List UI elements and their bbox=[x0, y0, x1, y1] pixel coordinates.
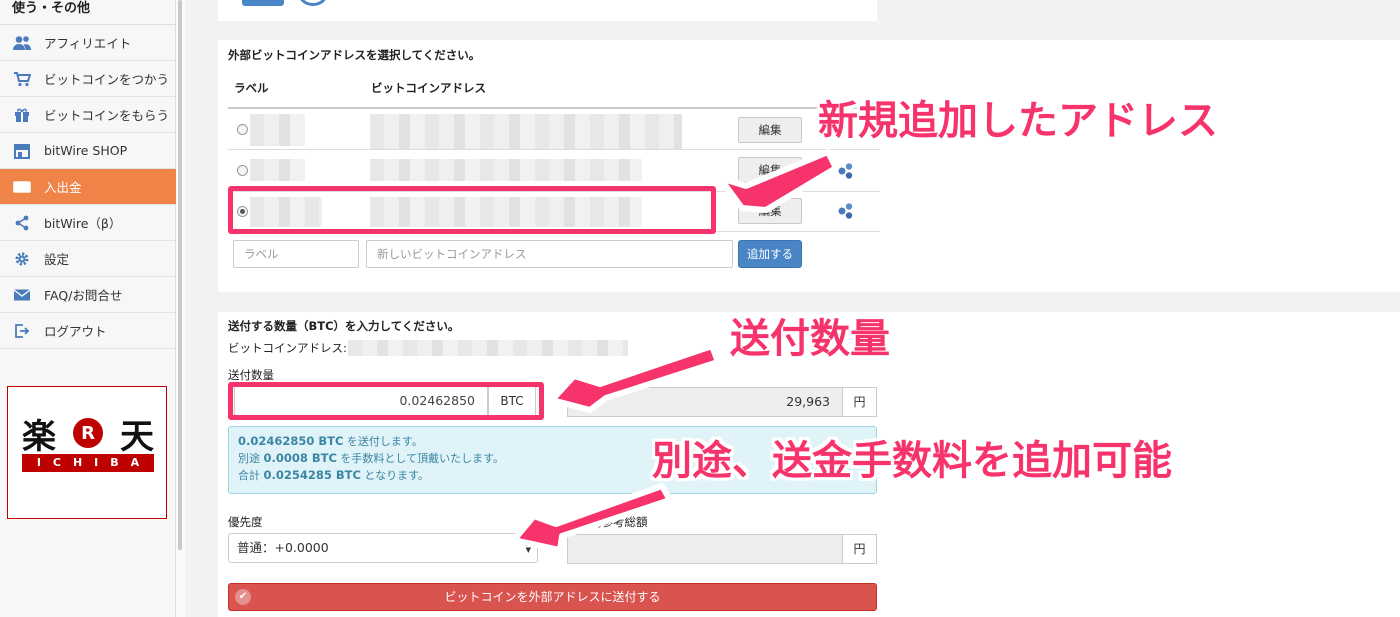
sidebar-item-settings[interactable]: 設定 bbox=[0, 241, 175, 277]
previous-panel bbox=[218, 0, 877, 21]
sidebar-item-bitwire[interactable]: bitWire（β） bbox=[0, 205, 175, 241]
money-icon bbox=[12, 177, 32, 197]
select-arrows-icon: ▲ ▼ bbox=[525, 539, 531, 554]
sidebar-item-shop[interactable]: bitWire SHOP bbox=[0, 133, 175, 169]
sidebar-item-receive-bitcoin[interactable]: ビットコインをもらう bbox=[0, 97, 175, 133]
priority-select[interactable]: 普通：+0.0000 ▲ ▼ bbox=[228, 533, 538, 563]
sidebar-section-title: 使う・その他 bbox=[0, 0, 175, 25]
sidebar-item-label: アフィリエイト bbox=[44, 36, 132, 51]
bitwire-share-icon[interactable] bbox=[836, 202, 854, 220]
add-address-button[interactable]: 追加する bbox=[738, 240, 802, 268]
rakuten-ichiba-label: ICHIBA bbox=[22, 454, 154, 472]
address-radio-1[interactable] bbox=[237, 124, 248, 135]
sidebar-menu: 使う・その他 アフィリエイト ビットコインをつかう ビットコインをもらう bit… bbox=[0, 0, 182, 617]
new-label-input[interactable]: ラベル bbox=[233, 240, 359, 268]
address-label-redacted bbox=[250, 114, 305, 146]
column-header-address: ビットコインアドレス bbox=[371, 81, 486, 95]
sidebar-item-faq[interactable]: FAQ/お問合せ bbox=[0, 277, 175, 313]
shop-icon bbox=[12, 141, 32, 161]
sidebar-item-label: bitWire SHOP bbox=[44, 143, 128, 158]
priority-value: 普通：+0.0000 bbox=[237, 540, 329, 555]
jpy-reference-unit: 円 bbox=[842, 534, 877, 564]
sidebar-item-label: FAQ/お問合せ bbox=[44, 288, 123, 303]
priority-label: 優先度 bbox=[228, 515, 263, 529]
sidebar-item-label: bitWire（β） bbox=[44, 216, 122, 231]
logout-icon bbox=[12, 321, 32, 341]
column-header-label: ラベル bbox=[234, 81, 269, 95]
send-button-label: ビットコインを外部アドレスに送付する bbox=[444, 590, 661, 604]
sidebar-item-label: 設定 bbox=[44, 252, 70, 267]
sidebar-item-deposit-withdraw[interactable]: 入出金 bbox=[0, 169, 182, 205]
table-row-divider bbox=[228, 149, 880, 150]
selected-address-text: ビットコインアドレス: 1 bbox=[228, 341, 358, 355]
partial-icon bbox=[298, 0, 328, 6]
rakuten-r-mark: R bbox=[73, 418, 103, 448]
users-icon bbox=[12, 33, 32, 53]
rakuten-logo: 楽 R 天 bbox=[22, 415, 154, 457]
sidebar-item-logout[interactable]: ログアウト bbox=[0, 313, 175, 349]
sidebar-item-label: ビットコインをもらう bbox=[44, 108, 170, 123]
gear-icon bbox=[12, 249, 32, 269]
check-icon: ✔ bbox=[235, 589, 251, 605]
amount-label: 送付数量 bbox=[228, 368, 274, 382]
new-address-input[interactable]: 新しいビットコインアドレス bbox=[366, 240, 733, 268]
share-icon bbox=[12, 213, 32, 233]
sidebar-item-affiliate[interactable]: アフィリエイト bbox=[0, 25, 175, 61]
rakuten-ad-banner[interactable]: 楽 R 天 ICHIBA bbox=[7, 386, 167, 519]
address-select-panel: 外部ビットコインアドレスを選択してください。 ラベル ビットコインアドレス 編集… bbox=[218, 40, 1400, 292]
annotation-new-address: 新規追加したアドレス bbox=[818, 98, 1218, 144]
rakuten-logo-char: 楽 bbox=[22, 416, 56, 457]
amount-highlight bbox=[228, 382, 544, 420]
selected-address-redacted bbox=[348, 340, 628, 356]
jpy-reference-label: 日本円参考総額 bbox=[567, 515, 648, 529]
jpy-total-display: 29,963 bbox=[567, 387, 843, 417]
jpy-reference-display bbox=[567, 534, 843, 564]
cart-icon bbox=[12, 69, 32, 89]
sidebar-item-label: 入出金 bbox=[44, 180, 82, 195]
address-label-redacted bbox=[250, 159, 305, 181]
address-panel-title: 外部ビットコインアドレスを選択してください。 bbox=[228, 48, 481, 62]
address-value-redacted bbox=[370, 114, 682, 150]
annotation-amount: 送付数量 bbox=[730, 316, 890, 362]
new-address-highlight bbox=[228, 186, 716, 234]
sidebar-item-label: ビットコインをつかう bbox=[44, 72, 170, 87]
sidebar-item-label: ログアウト bbox=[44, 324, 107, 339]
sidebar-item-use-bitcoin[interactable]: ビットコインをつかう bbox=[0, 61, 175, 97]
gift-icon bbox=[12, 105, 32, 125]
edit-button[interactable]: 編集 bbox=[738, 198, 802, 224]
mail-icon bbox=[12, 285, 32, 305]
sidebar-scrollbar-thumb[interactable] bbox=[178, 0, 182, 550]
bitwire-share-icon[interactable] bbox=[836, 162, 854, 180]
jpy-total-label: 総額 bbox=[633, 368, 656, 382]
rakuten-logo-char: 天 bbox=[120, 416, 154, 457]
edit-button[interactable]: 編集 bbox=[738, 117, 802, 143]
edit-button[interactable]: 編集 bbox=[738, 157, 802, 183]
address-radio-2[interactable] bbox=[237, 165, 248, 176]
jpy-unit: 円 bbox=[842, 387, 877, 417]
partial-button[interactable] bbox=[242, 0, 284, 6]
send-panel-title: 送付する数量（BTC）を入力してください。 bbox=[228, 319, 460, 333]
address-value-redacted bbox=[370, 159, 642, 181]
annotation-fee: 別途、送金手数料を追加可能 bbox=[652, 438, 1172, 484]
table-header-divider bbox=[228, 107, 880, 109]
send-bitcoin-button[interactable]: ✔ ビットコインを外部アドレスに送付する bbox=[228, 583, 877, 611]
sidebar: 使う・その他 アフィリエイト ビットコインをつかう ビットコインをもらう bit… bbox=[0, 0, 185, 617]
